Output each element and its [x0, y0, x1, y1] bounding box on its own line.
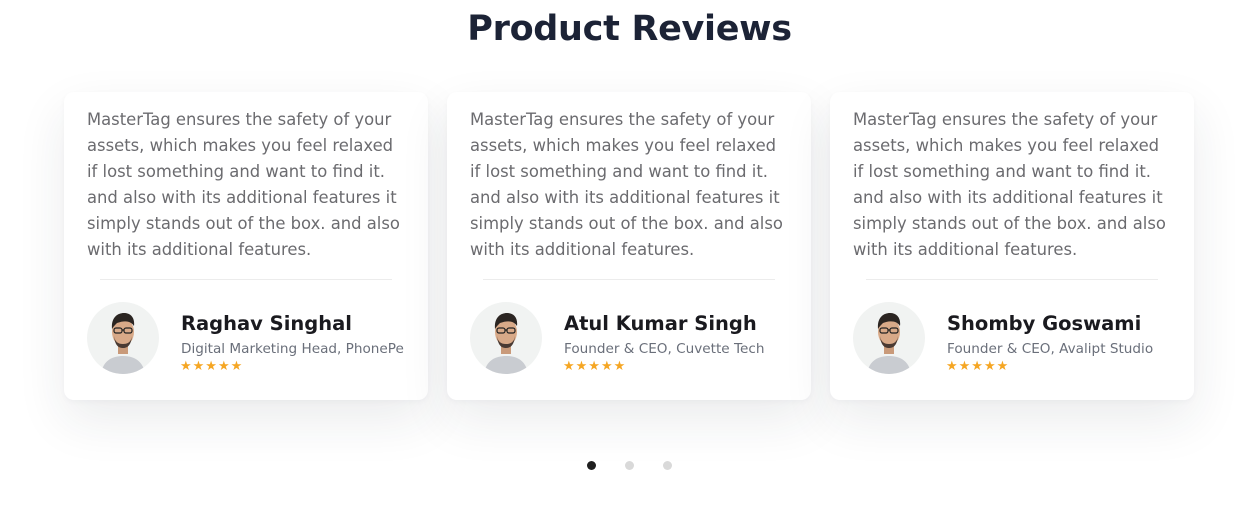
- avatar: [853, 302, 925, 374]
- person-avatar-icon: [484, 313, 528, 374]
- divider: [866, 279, 1158, 280]
- review-text: MasterTag ensures the safety of your ass…: [470, 110, 783, 259]
- review-card: MasterTag ensures the safety of your ass…: [64, 92, 428, 400]
- reviewer-name: Shomby Goswami: [947, 312, 1142, 335]
- review-card: MasterTag ensures the safety of your ass…: [830, 92, 1194, 400]
- divider: [483, 279, 775, 280]
- star-rating: ★★★★★: [946, 359, 1010, 374]
- page-title: Product Reviews: [467, 9, 792, 49]
- person-avatar-icon: [867, 313, 911, 374]
- review-text: MasterTag ensures the safety of your ass…: [87, 110, 400, 259]
- reviewer-role: Digital Marketing Head, PhonePe: [181, 341, 404, 357]
- review-card: MasterTag ensures the safety of your ass…: [447, 92, 811, 400]
- person-avatar-icon: [101, 313, 145, 374]
- reviewer-role: Founder & CEO, Avalipt Studio: [947, 341, 1154, 357]
- reviewer-name: Atul Kumar Singh: [564, 312, 757, 335]
- divider: [100, 279, 392, 280]
- pagination-dot-1[interactable]: [587, 461, 596, 470]
- star-rating: ★★★★★: [563, 359, 627, 374]
- carousel-pagination: [0, 461, 1259, 471]
- pagination-dot-2[interactable]: [625, 461, 634, 470]
- pagination-dot-3[interactable]: [663, 461, 672, 470]
- review-text: MasterTag ensures the safety of your ass…: [853, 110, 1166, 259]
- reviewer-name: Raghav Singhal: [181, 312, 352, 335]
- avatar: [87, 302, 159, 374]
- star-rating: ★★★★★: [180, 359, 244, 374]
- reviewer-role: Founder & CEO, Cuvette Tech: [564, 341, 765, 357]
- avatar: [470, 302, 542, 374]
